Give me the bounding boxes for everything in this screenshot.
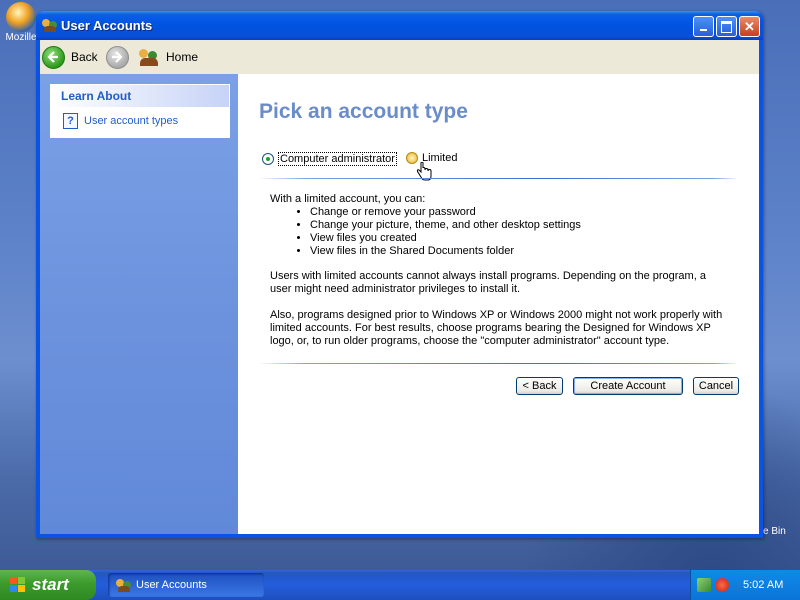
start-button[interactable]: start xyxy=(0,570,96,600)
maximize-button[interactable] xyxy=(716,16,737,37)
back-nav-button[interactable]: Back xyxy=(42,45,98,69)
help-icon: ? xyxy=(63,113,78,129)
user-accounts-icon xyxy=(42,17,58,33)
list-item: Change or remove your password xyxy=(310,206,730,219)
bottom-divider xyxy=(258,363,738,364)
task-pane: Learn About ? User account types xyxy=(40,74,238,534)
taskbar: start User Accounts 5:02 AM xyxy=(0,570,800,600)
window-title: User Accounts xyxy=(61,18,153,33)
security-alert-icon[interactable] xyxy=(715,578,729,592)
maximize-icon xyxy=(721,21,732,33)
start-label: start xyxy=(32,575,69,594)
list-item: View files you created xyxy=(310,232,730,245)
user-accounts-icon xyxy=(116,577,132,593)
network-icon[interactable] xyxy=(697,578,711,592)
install-note: Users with limited accounts cannot alway… xyxy=(270,270,706,295)
content-area: Learn About ? User account types Pick an… xyxy=(40,74,759,534)
user-accounts-window: User Accounts ✕ Back Home Learn About ? … xyxy=(36,11,763,538)
list-item: View files in the Shared Documents folde… xyxy=(310,245,730,258)
home-nav-button[interactable]: Home xyxy=(138,45,198,69)
radio-label-admin[interactable]: Computer administrator xyxy=(278,152,397,166)
home-nav-label: Home xyxy=(166,50,199,64)
forward-nav-button[interactable] xyxy=(106,45,129,69)
create-account-button[interactable]: Create Account xyxy=(573,377,683,395)
system-tray: 5:02 AM xyxy=(690,570,800,600)
minimize-icon xyxy=(700,29,707,31)
title-bar[interactable]: User Accounts ✕ xyxy=(36,11,763,40)
radio-button-admin[interactable] xyxy=(262,153,274,165)
taskbar-item-user-accounts[interactable]: User Accounts xyxy=(108,573,264,597)
main-panel: Pick an account type Computer administra… xyxy=(238,74,759,534)
minimize-button[interactable] xyxy=(693,16,714,37)
radio-computer-administrator[interactable]: Computer administrator xyxy=(262,152,397,166)
navigation-bar: Back Home xyxy=(40,40,759,75)
learn-about-box: Learn About ? User account types xyxy=(50,84,230,138)
list-item: Change your picture, theme, and other de… xyxy=(310,219,730,232)
windows-flag-icon xyxy=(10,577,26,593)
back-nav-label: Back xyxy=(71,50,98,64)
back-button[interactable]: < Back xyxy=(516,377,563,395)
learn-item-user-account-types[interactable]: ? User account types xyxy=(63,113,178,129)
compatibility-note: Also, programs designed prior to Windows… xyxy=(270,309,723,347)
close-button[interactable]: ✕ xyxy=(739,16,760,37)
browser-icon xyxy=(6,2,36,32)
intro-text: With a limited account, you can: xyxy=(270,193,426,205)
capabilities-list: Change or remove your password Change yo… xyxy=(270,206,730,258)
page-title: Pick an account type xyxy=(259,100,468,123)
top-divider xyxy=(258,178,738,179)
taskbar-item-label: User Accounts xyxy=(136,579,207,591)
learn-about-header: Learn About xyxy=(51,85,229,107)
close-icon: ✕ xyxy=(744,19,755,34)
learn-item-label: User account types xyxy=(84,115,179,127)
home-users-icon xyxy=(138,47,160,67)
back-arrow-icon xyxy=(42,45,65,69)
hand-cursor-icon xyxy=(416,161,432,185)
clock: 5:02 AM xyxy=(743,579,784,591)
forward-arrow-icon xyxy=(106,45,129,69)
cancel-button[interactable]: Cancel xyxy=(693,377,739,395)
recycle-bin-label[interactable]: e Bin xyxy=(763,526,786,537)
